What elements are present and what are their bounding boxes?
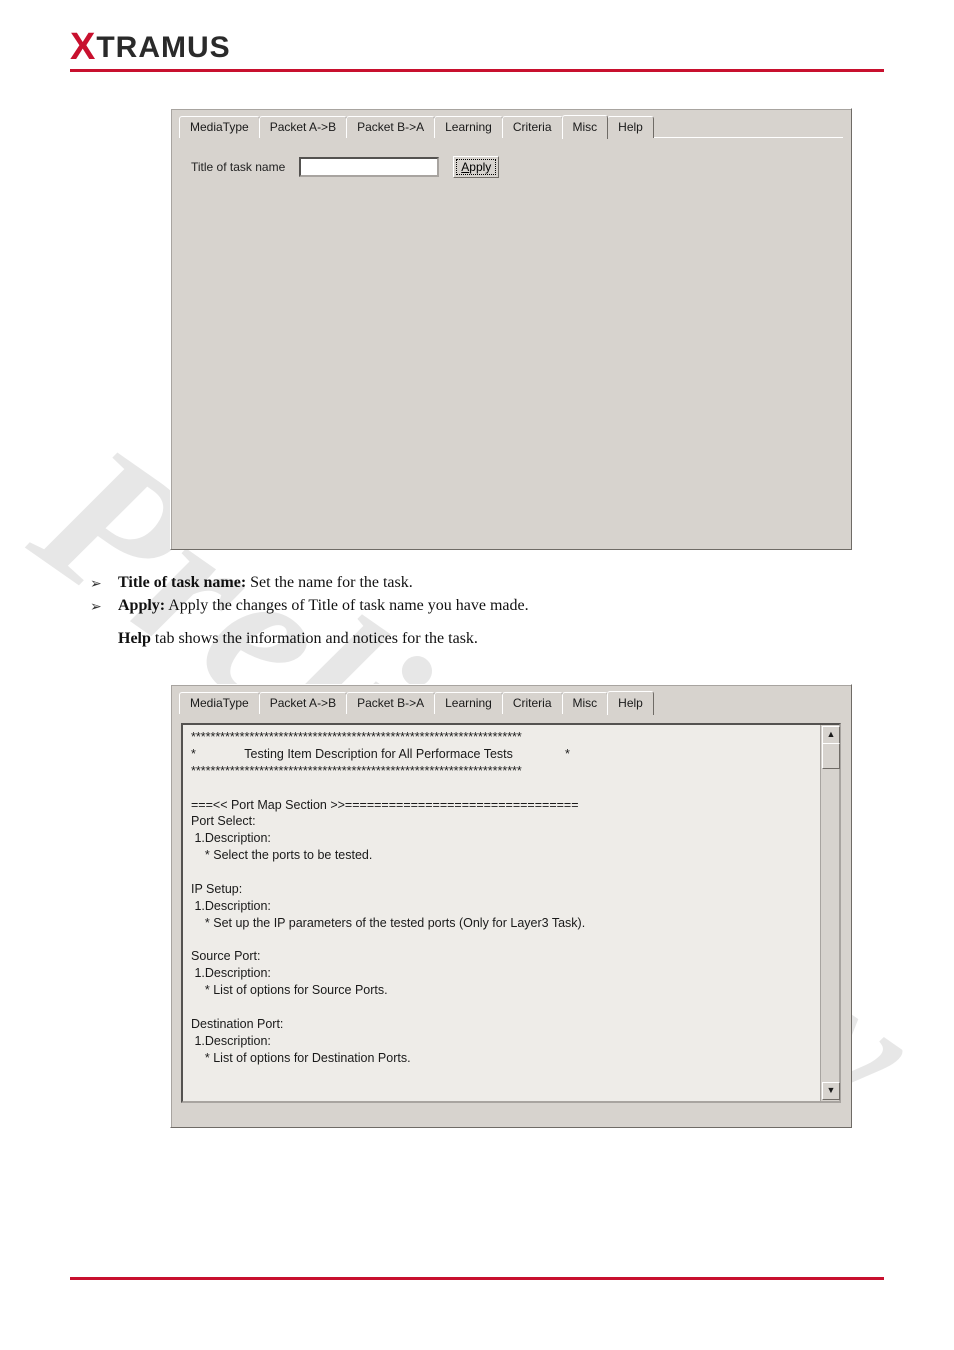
tab-packet-ab[interactable]: Packet A->B bbox=[259, 692, 347, 714]
apply-button[interactable]: Apply bbox=[453, 156, 499, 178]
tab-misc[interactable]: Misc bbox=[562, 115, 609, 139]
logo-rest: TRAMUS bbox=[96, 31, 230, 64]
bullet-icon: ➢ bbox=[90, 599, 104, 616]
description-bullets: ➢ Title of task name: Set the name for t… bbox=[90, 574, 884, 648]
brand-logo: XTRAMUS bbox=[70, 26, 884, 69]
bullet-icon: ➢ bbox=[90, 576, 104, 593]
help-text: ****************************************… bbox=[191, 729, 817, 1097]
footer-rule bbox=[70, 1277, 884, 1280]
tabs-row-2: MediaType Packet A->B Packet B->A Learni… bbox=[171, 685, 851, 713]
tab-packet-ba[interactable]: Packet B->A bbox=[346, 692, 435, 714]
tab-packet-ab[interactable]: Packet A->B bbox=[259, 116, 347, 138]
tab-help[interactable]: Help bbox=[607, 691, 654, 715]
header-rule bbox=[70, 69, 884, 72]
tab-criteria[interactable]: Criteria bbox=[502, 116, 563, 138]
apply-rest: pply bbox=[469, 160, 491, 174]
tab-help[interactable]: Help bbox=[607, 116, 654, 138]
scroll-up-button[interactable]: ▲ bbox=[822, 726, 840, 744]
tab-learning[interactable]: Learning bbox=[434, 116, 503, 138]
vertical-scrollbar[interactable]: ▲ ▼ bbox=[820, 725, 839, 1101]
tab-packet-ba[interactable]: Packet B->A bbox=[346, 116, 435, 138]
logo-x: X bbox=[70, 26, 96, 68]
misc-tab-body: Title of task name Apply bbox=[179, 137, 843, 537]
title-of-task-label: Title of task name bbox=[191, 160, 285, 174]
bullet-1: Title of task name: Set the name for the… bbox=[118, 574, 413, 592]
tab-mediatype[interactable]: MediaType bbox=[179, 692, 260, 714]
chevron-up-icon: ▲ bbox=[827, 729, 836, 739]
scroll-thumb[interactable] bbox=[822, 743, 840, 769]
tab-learning[interactable]: Learning bbox=[434, 692, 503, 714]
tab-criteria[interactable]: Criteria bbox=[502, 692, 563, 714]
help-text-area: ****************************************… bbox=[181, 723, 841, 1103]
title-of-task-input[interactable] bbox=[299, 157, 439, 177]
help-panel: MediaType Packet A->B Packet B->A Learni… bbox=[170, 684, 852, 1128]
misc-panel: MediaType Packet A->B Packet B->A Learni… bbox=[170, 108, 852, 550]
bullet-2: Apply: Apply the changes of Title of tas… bbox=[118, 597, 529, 615]
tab-misc[interactable]: Misc bbox=[562, 692, 609, 714]
scroll-down-button[interactable]: ▼ bbox=[822, 1082, 840, 1100]
tab-mediatype[interactable]: MediaType bbox=[179, 116, 260, 138]
help-heading: Help tab shows the information and notic… bbox=[118, 630, 478, 647]
tabs-row-1: MediaType Packet A->B Packet B->A Learni… bbox=[171, 109, 851, 137]
chevron-down-icon: ▼ bbox=[827, 1085, 836, 1095]
